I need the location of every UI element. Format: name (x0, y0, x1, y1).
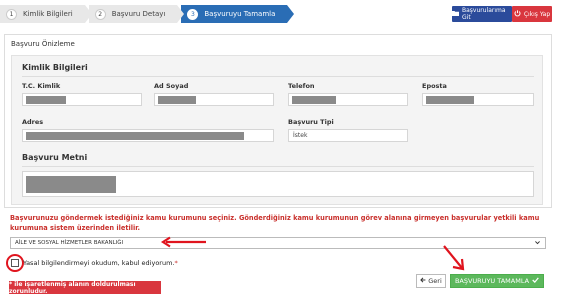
address-value (22, 129, 274, 142)
redaction (26, 176, 116, 193)
application-preview-panel: Başvuru Önizleme Kimlik Bilgileri T.C. K… (4, 34, 552, 208)
check-icon (532, 277, 539, 285)
step-identity[interactable]: 1 Kimlik Bilgileri (0, 5, 92, 23)
name-value (154, 93, 274, 106)
redaction (426, 96, 474, 104)
complete-application-label: BAŞVURUYU TAMAMLA (454, 277, 530, 285)
logout-button[interactable]: Çıkış Yap (512, 6, 552, 22)
back-button[interactable]: Geri (416, 274, 446, 288)
preview-content: Kimlik Bilgileri T.C. Kimlik Ad Soyad Te… (11, 55, 543, 205)
application-type-value: İstek (288, 129, 408, 142)
panel-title: Başvuru Önizleme (11, 40, 75, 48)
folder-icon (452, 10, 459, 18)
step-label: Başvuruyu Tamamla (204, 10, 276, 18)
consent-text: Yasal bilgilendirmeyi okudum, kabul ediy… (23, 259, 175, 267)
name-label: Ad Soyad (154, 82, 189, 90)
required-mark: * (174, 259, 178, 267)
step-number: 3 (187, 8, 199, 20)
consent-checkbox[interactable] (11, 259, 19, 267)
back-label: Geri (428, 277, 442, 285)
my-applications-label: Başvurularıma Git (462, 7, 506, 21)
redaction (158, 96, 196, 104)
my-applications-button[interactable]: Başvurularıma Git (452, 6, 512, 22)
complete-application-button[interactable]: BAŞVURUYU TAMAMLA (450, 274, 544, 288)
phone-label: Telefon (288, 82, 315, 90)
step-complete[interactable]: 3 Başvuruyu Tamamla (181, 5, 295, 23)
consent-label[interactable]: Yasal bilgilendirmeyi okudum, kabul ediy… (23, 259, 178, 267)
redaction (26, 132, 244, 140)
wizard-steps: 1 Kimlik Bilgileri 2 Başvuru Detayı 3 Ba… (0, 5, 295, 23)
address-label: Adres (22, 118, 44, 126)
redaction (292, 96, 336, 104)
institution-select-value: AİLE VE SOSYAL HİZMETLER BAKANLIĞI (15, 240, 124, 246)
arrow-left-icon (420, 277, 426, 285)
step-number: 2 (94, 8, 106, 20)
divider (22, 76, 534, 77)
annotation-arrow-icon (443, 245, 465, 271)
logout-label: Çıkış Yap (523, 10, 551, 18)
application-type-text: İstek (293, 132, 308, 139)
annotation-arrow-icon (160, 236, 206, 248)
chevron-down-icon (534, 239, 541, 248)
application-text-box (22, 171, 534, 197)
redaction (26, 96, 66, 104)
institution-notice: Başvurunuzu göndermek istediğiniz kamu k… (10, 214, 540, 232)
identity-section-title: Kimlik Bilgileri (22, 63, 88, 72)
phone-value (288, 93, 408, 106)
tc-value (22, 93, 142, 106)
step-label: Kimlik Bilgileri (23, 10, 73, 18)
required-fields-notice: * ile işaretlenmiş alanın doldurulması z… (9, 281, 161, 295)
tc-label: T.C. Kimlik (22, 82, 61, 90)
step-details[interactable]: 2 Başvuru Detayı (88, 5, 185, 23)
application-type-label: Başvuru Tipi (288, 118, 334, 126)
step-number: 1 (6, 8, 17, 20)
top-bar: 1 Kimlik Bilgileri 2 Başvuru Detayı 3 Ba… (0, 0, 574, 30)
application-text-title: Başvuru Metni (22, 153, 88, 162)
email-label: Eposta (422, 82, 447, 90)
divider (22, 166, 534, 167)
step-label: Başvuru Detayı (111, 10, 166, 18)
email-value (422, 93, 534, 106)
power-icon (514, 9, 521, 19)
